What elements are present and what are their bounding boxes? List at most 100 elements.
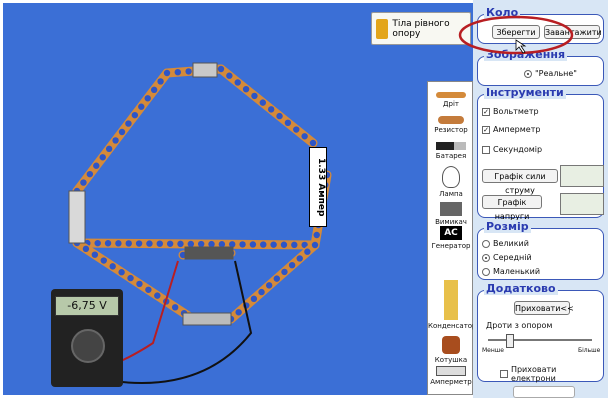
tool-switch[interactable]: Вимикач <box>428 202 473 226</box>
voltmeter-toggle[interactable]: ✓ Вольтметр <box>482 107 539 116</box>
slider-handle[interactable] <box>506 334 514 348</box>
hide-electrons-checkbox[interactable] <box>500 370 508 378</box>
hide-electrons-toggle[interactable]: Приховати електрони <box>500 365 603 383</box>
tool-capacitor[interactable]: Конденсатор <box>428 280 473 330</box>
multimeter[interactable]: -6,75 V <box>51 289 123 387</box>
circuit-canvas[interactable]: Тіла рівного опору 1.33 Ампер -6,75 V Др… <box>3 3 473 395</box>
electron <box>217 65 225 73</box>
tool-label: Конденсатор <box>428 322 473 330</box>
slider-title-label: Дроти з опором <box>486 321 553 330</box>
electron <box>166 240 174 247</box>
wire-segment[interactable] <box>72 238 320 250</box>
electron <box>163 69 171 77</box>
tool-generator[interactable]: AC Генератор <box>428 226 473 250</box>
electron <box>104 240 112 247</box>
tool-label: Дріт <box>443 100 459 108</box>
tool-wire[interactable]: Дріт <box>428 92 473 108</box>
voltage-graph-thumbnail[interactable] <box>560 193 604 215</box>
size-section: Розмір Великий Середній Маленький <box>477 220 604 280</box>
hide-button[interactable]: Приховати<< <box>514 301 574 315</box>
stopwatch-toggle[interactable]: Секундомір <box>482 145 542 154</box>
electron <box>150 86 158 94</box>
electron <box>270 241 277 248</box>
partial-button[interactable] <box>513 386 575 398</box>
tool-bulb[interactable]: Лампа <box>428 166 473 198</box>
section-title: Інструменти <box>484 86 566 99</box>
electron <box>258 288 265 296</box>
size-option-small[interactable]: Маленький <box>482 267 540 276</box>
ammeter-toggle[interactable]: ✓ Амперметр <box>482 125 540 134</box>
electron <box>118 128 126 136</box>
electron <box>125 120 132 127</box>
electron <box>118 269 125 276</box>
switch-icon <box>440 202 462 216</box>
electron <box>235 309 242 316</box>
electron <box>197 240 205 248</box>
tool-label: Вимикач <box>435 218 467 226</box>
electron <box>291 241 298 249</box>
electron <box>100 257 107 264</box>
voltmeter-checkbox[interactable]: ✓ <box>482 107 490 116</box>
multimeter-dial <box>71 329 105 363</box>
tool-resistor[interactable]: Резистор <box>428 116 473 134</box>
resistor[interactable] <box>182 312 232 326</box>
section-title: Розмір <box>484 220 531 233</box>
electron <box>260 241 267 248</box>
tool-battery[interactable]: Батарея <box>428 142 473 160</box>
current-graph-button[interactable]: Графік сили струму <box>482 169 558 195</box>
electron <box>208 240 215 248</box>
electron <box>301 133 308 140</box>
voltmeter-label: Вольтметр <box>493 107 539 116</box>
resistance-slider[interactable] <box>488 334 592 348</box>
wire-segment[interactable] <box>226 240 320 324</box>
tool-label: Лампа <box>439 190 463 198</box>
electron <box>115 240 122 247</box>
electron <box>174 69 181 76</box>
size-option-medium[interactable]: Середній <box>482 253 532 262</box>
electron <box>250 295 258 303</box>
view-option[interactable]: "Реальне" <box>524 69 577 78</box>
size-label: Середній <box>493 253 532 262</box>
electron <box>125 240 132 247</box>
electron <box>242 85 250 93</box>
electron <box>127 274 134 282</box>
radio-button[interactable] <box>482 253 490 262</box>
switch[interactable] <box>184 246 234 260</box>
radio-button[interactable] <box>524 69 532 78</box>
capacitor-icon <box>444 280 458 320</box>
wire-segment[interactable] <box>216 64 318 148</box>
electron <box>94 239 101 247</box>
electron <box>249 241 257 248</box>
load-button[interactable]: Завантажити <box>544 25 602 39</box>
top-badge[interactable]: Тіла рівного опору <box>371 12 471 45</box>
stopwatch-checkbox[interactable] <box>482 145 490 154</box>
ammeter-icon <box>436 366 466 376</box>
radio-button[interactable] <box>482 239 490 248</box>
resistor[interactable] <box>192 62 218 78</box>
ammeter-label: Амперметр <box>493 125 541 134</box>
radio-button[interactable] <box>482 267 490 276</box>
battery[interactable] <box>68 190 86 244</box>
size-option-large[interactable]: Великий <box>482 239 529 248</box>
voltage-graph-button[interactable]: Графік напруги <box>482 195 542 221</box>
slider-max-label: Більше <box>578 347 601 354</box>
ammeter-checkbox[interactable]: ✓ <box>482 125 490 134</box>
electron <box>267 106 275 113</box>
electron <box>131 111 139 119</box>
extra-section: Додатково Приховати<< Дроти з опором Мен… <box>477 282 604 383</box>
electron <box>313 231 320 239</box>
multimeter-display: -6,75 V <box>55 296 119 316</box>
electron <box>276 112 283 120</box>
electron <box>80 179 87 186</box>
current-graph-thumbnail[interactable] <box>560 165 604 187</box>
electron <box>226 72 233 79</box>
tool-inductor[interactable]: Котушка <box>428 336 473 364</box>
stopwatch-label: Секундомір <box>493 145 543 154</box>
electron <box>234 79 241 86</box>
electron <box>93 162 100 169</box>
electron <box>171 304 179 311</box>
tool-ammeter[interactable]: Амперметр <box>428 366 473 386</box>
electron <box>82 245 90 253</box>
save-button[interactable]: Зберегти <box>492 25 540 39</box>
electron <box>105 145 113 153</box>
